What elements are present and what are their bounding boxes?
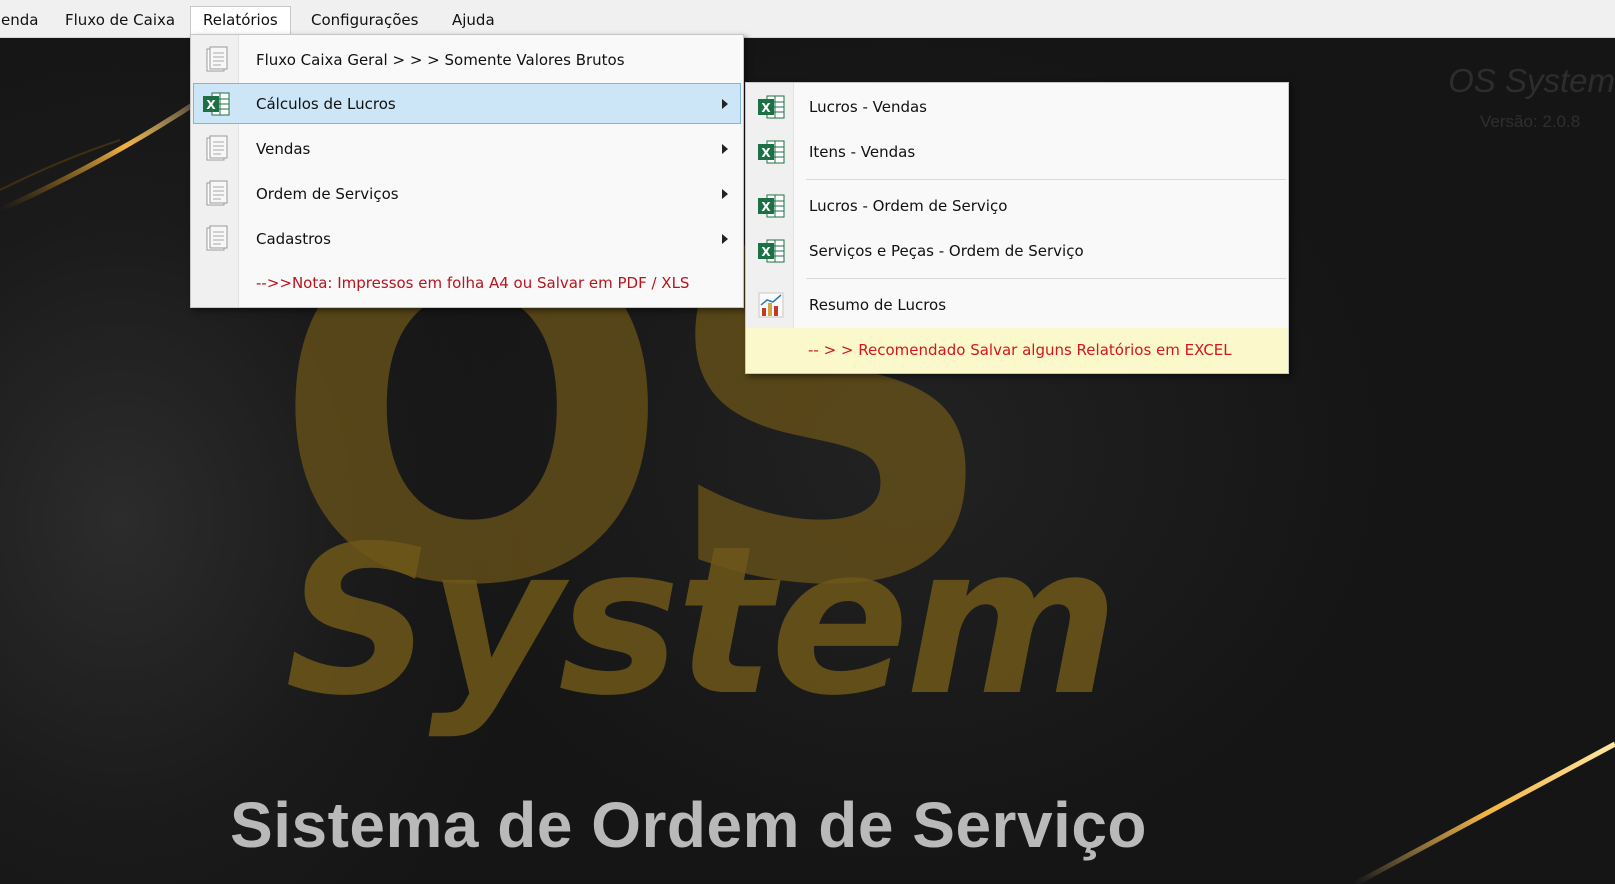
relatorios-dropdown: Fluxo Caixa Geral > > > Somente Valores …: [190, 34, 744, 308]
splash-tagline: Sistema de Ordem de Serviço: [230, 789, 1147, 861]
submenu-arrow-icon: [722, 99, 728, 109]
document-icon: [206, 180, 228, 206]
submenu-arrow-icon: [722, 144, 728, 154]
menu-item-calculos-de-lucros[interactable]: X Cálculos de Lucros: [193, 83, 741, 124]
note-text: -->>Nota: Impressos em folha A4 ou Salva…: [256, 274, 690, 292]
excel-icon: X: [758, 95, 785, 119]
menu-fluxo-de-caixa[interactable]: Fluxo de Caixa: [52, 6, 188, 34]
note-text: -- > > Recomendado Salvar alguns Relatór…: [808, 341, 1232, 359]
menu-note-impressos: -->>Nota: Impressos em folha A4 ou Salva…: [193, 262, 741, 303]
submenu-arrow-icon: [722, 234, 728, 244]
menu-ajuda[interactable]: Ajuda: [439, 6, 508, 34]
menu-item-label: Cadastros: [256, 230, 331, 248]
svg-text:X: X: [761, 101, 771, 115]
menu-item-vendas[interactable]: Vendas: [193, 128, 741, 169]
excel-icon: X: [758, 239, 785, 263]
submenu-item-lucros-ordem-de-servico[interactable]: X Lucros - Ordem de Serviço: [748, 185, 1286, 226]
document-icon: [206, 46, 228, 72]
submenu-item-label: Lucros - Vendas: [809, 98, 927, 116]
svg-text:X: X: [761, 245, 771, 259]
app-corner-title: OS System: [1448, 62, 1615, 99]
menu-configuracoes[interactable]: Configurações: [298, 6, 431, 34]
menu-item-label: Cálculos de Lucros: [256, 95, 396, 113]
menu-item-label: Vendas: [256, 140, 311, 158]
excel-icon: X: [203, 92, 230, 116]
document-icon: [206, 135, 228, 161]
submenu-item-label: Itens - Vendas: [809, 143, 916, 161]
menu-item-fluxo-caixa-geral[interactable]: Fluxo Caixa Geral > > > Somente Valores …: [193, 39, 741, 80]
menu-relatorios[interactable]: Relatórios: [190, 6, 291, 34]
submenu-item-servicos-e-pecas[interactable]: X Serviços e Peças - Ordem de Serviço: [748, 230, 1286, 271]
submenu-note-recomendado-excel: -- > > Recomendado Salvar alguns Relatór…: [746, 328, 1288, 373]
submenu-item-lucros-vendas[interactable]: X Lucros - Vendas: [748, 86, 1286, 127]
submenu-item-resumo-de-lucros[interactable]: Resumo de Lucros: [748, 284, 1286, 325]
menu-separator: [806, 278, 1286, 279]
svg-text:X: X: [761, 200, 771, 214]
menu-item-cadastros[interactable]: Cadastros: [193, 218, 741, 259]
app-version: Versão: 2.0.8: [1480, 112, 1581, 131]
svg-text:X: X: [761, 146, 771, 160]
svg-text:X: X: [206, 98, 216, 112]
menubar: enda Fluxo de Caixa Relatórios Configura…: [0, 0, 1615, 38]
splash-system-logo: System: [285, 503, 1119, 741]
submenu-item-label: Lucros - Ordem de Serviço: [809, 197, 1008, 215]
excel-icon: X: [758, 194, 785, 218]
submenu-arrow-icon: [722, 189, 728, 199]
excel-icon: X: [758, 140, 785, 164]
menu-item-ordem-de-servicos[interactable]: Ordem de Serviços: [193, 173, 741, 214]
submenu-item-label: Serviços e Peças - Ordem de Serviço: [809, 242, 1084, 260]
submenu-item-itens-vendas[interactable]: X Itens - Vendas: [748, 131, 1286, 172]
gold-light-streak-right: [1355, 741, 1615, 884]
menu-separator: [806, 179, 1286, 180]
menu-venda[interactable]: enda: [0, 6, 51, 34]
menu-item-label: Fluxo Caixa Geral > > > Somente Valores …: [256, 51, 625, 69]
bar-chart-icon: [758, 292, 784, 318]
menu-item-label: Ordem de Serviços: [256, 185, 399, 203]
submenu-item-label: Resumo de Lucros: [809, 296, 947, 314]
calculos-de-lucros-submenu: X Lucros - Vendas X Itens - Vendas X Luc…: [745, 82, 1289, 374]
document-icon: [206, 225, 228, 251]
